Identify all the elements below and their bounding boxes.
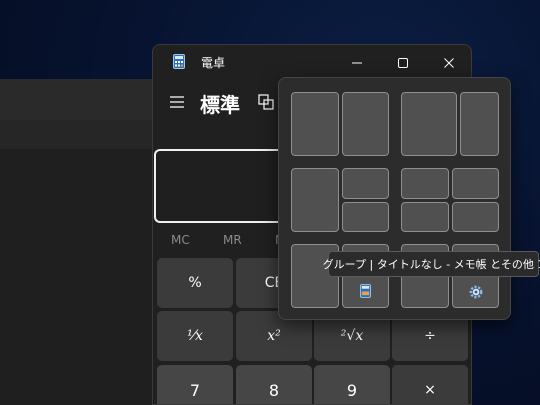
snap-zone-quad-bottom-right[interactable] <box>452 202 499 232</box>
snap-zone-quad-top-right[interactable] <box>452 168 499 199</box>
snap-zone-halves-left[interactable] <box>291 92 339 156</box>
multiply-button[interactable]: × <box>392 365 468 404</box>
reciprocal-button[interactable]: ¹⁄x <box>157 311 233 361</box>
digit-7-button[interactable]: 7 <box>157 365 233 404</box>
gear-icon <box>469 285 482 299</box>
snap-zone-main-left[interactable] <box>291 168 339 232</box>
digit-8-button[interactable]: 8 <box>236 365 312 404</box>
snap-zone-bottom-right[interactable] <box>342 202 389 232</box>
memory-clear-button[interactable]: MC <box>171 233 190 247</box>
snap-zone-halves-right[interactable] <box>342 92 389 156</box>
snap-group-tooltip: グループ | タイトルなし - メモ帳 とその他 1 <box>323 251 540 277</box>
snap-zone-quad-top-left[interactable] <box>401 168 449 199</box>
background-window-titlebar <box>0 79 160 120</box>
digit-9-button[interactable]: 9 <box>314 365 390 404</box>
close-icon <box>444 58 454 68</box>
calculator-titlebar[interactable]: 電卓 <box>153 45 471 79</box>
snap-layouts-flyout <box>278 77 511 320</box>
snap-zone-narrow-right[interactable] <box>460 92 499 156</box>
window-title: 電卓 <box>201 56 226 70</box>
calculator-app-icon <box>173 54 185 69</box>
keep-on-top-icon[interactable] <box>258 94 274 110</box>
background-window <box>0 79 160 405</box>
memory-recall-button[interactable]: MR <box>223 233 242 247</box>
square-root-label: ²√x <box>340 328 364 344</box>
maximize-button[interactable] <box>383 51 423 75</box>
maximize-icon <box>398 58 408 68</box>
percent-button[interactable]: % <box>157 258 233 308</box>
hamburger-menu-icon[interactable] <box>169 95 185 109</box>
mode-title: 標準 <box>200 93 240 117</box>
square-label: x² <box>267 328 281 344</box>
close-button[interactable] <box>429 51 469 75</box>
minimize-icon <box>352 62 362 64</box>
calculator-icon <box>360 284 371 298</box>
snap-zone-top-right[interactable] <box>342 168 389 199</box>
minimize-button[interactable] <box>337 51 377 75</box>
snap-zone-quad-bottom-left[interactable] <box>401 202 449 232</box>
background-window-toolbar <box>0 120 160 150</box>
reciprocal-label: ¹⁄x <box>187 328 203 344</box>
snap-zone-wide-left[interactable] <box>401 92 457 156</box>
